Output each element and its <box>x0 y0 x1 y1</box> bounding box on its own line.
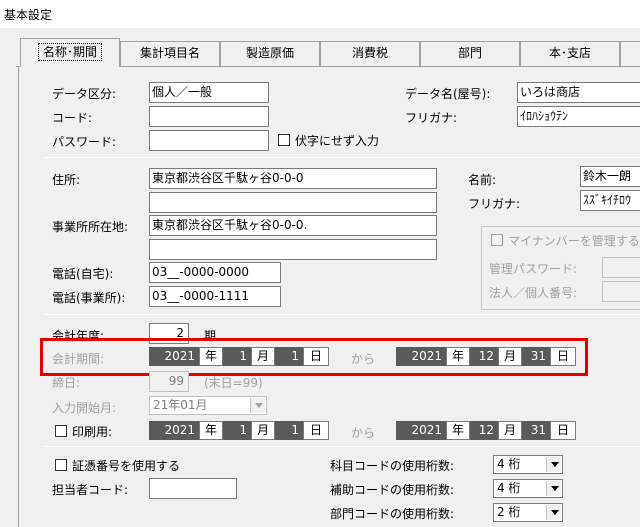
tab-aggregate-items[interactable]: 集計項目名 <box>120 41 220 66</box>
mask-input-label: 伏字にせず入力 <box>295 134 380 148</box>
phone-home-field[interactable]: 03__-0000-0000 <box>149 262 281 283</box>
chevron-down-icon[interactable] <box>546 505 561 520</box>
person-code-field[interactable] <box>149 478 237 499</box>
print-to-year[interactable]: 2021 <box>396 421 446 440</box>
print-from-year[interactable]: 2021 <box>149 421 199 440</box>
mask-input-checkbox[interactable] <box>278 134 290 146</box>
name-label: 名前: <box>468 173 497 187</box>
title-bar: 基本設定 <box>0 0 640 28</box>
mynumber-number-label: 法人／個人番号: <box>489 286 578 300</box>
tab-label: 製造原価 <box>245 46 294 60</box>
print-unit-day: 日 <box>550 421 576 440</box>
tab-department[interactable]: 部門 <box>420 41 520 66</box>
closing-label: 締日: <box>52 376 81 390</box>
input-start-value: 21年01月 <box>153 398 208 412</box>
print-unit-month: 月 <box>251 421 275 440</box>
furigana-label: フリガナ: <box>405 111 458 125</box>
print-from-day[interactable]: 1 <box>275 421 303 440</box>
print-checkbox[interactable] <box>55 425 67 437</box>
separator <box>44 446 640 447</box>
print-to-day[interactable]: 31 <box>522 421 550 440</box>
tab-consumption-tax[interactable]: 消費税 <box>320 41 420 66</box>
office-field[interactable]: 東京都渋谷区千駄ヶ谷0-0-0. <box>149 215 437 236</box>
tab-more[interactable] <box>620 41 640 66</box>
tab-label: 部門 <box>457 46 482 60</box>
account-digits-label: 科目コードの使用桁数: <box>330 459 455 473</box>
phone-office-label: 電話(事業所): <box>52 291 126 305</box>
tab-branch[interactable]: 本･支店 <box>520 41 620 66</box>
sub-digits-value: 4 桁 <box>497 481 521 495</box>
mynumber-password-label: 管理パスワード: <box>489 262 578 276</box>
password-label: パスワード: <box>52 135 117 149</box>
dept-digits-label: 部門コードの使用桁数: <box>330 507 455 521</box>
account-digits-value: 4 桁 <box>497 457 521 471</box>
highlight-box <box>40 338 588 376</box>
furigana-field[interactable]: ｲﾛﾊｼｮｳﾃﾝ <box>517 106 640 127</box>
address2-field[interactable] <box>149 192 437 213</box>
tab-name-period[interactable]: 名称･期間 <box>20 38 120 67</box>
tab-label: 名称･期間 <box>37 43 102 61</box>
office2-field[interactable] <box>149 239 437 260</box>
name-furigana-field[interactable]: ｽｽﾞｷｲﾁﾛｳ <box>580 190 640 211</box>
code-label: コード: <box>52 111 93 125</box>
tab-label: 消費税 <box>351 46 388 60</box>
voucher-checkbox[interactable] <box>55 459 67 471</box>
print-to-month[interactable]: 12 <box>470 421 498 440</box>
print-kara: から <box>351 426 376 440</box>
separator <box>44 157 640 158</box>
office-label: 事業所所在地: <box>52 220 129 234</box>
phone-home-label: 電話(自宅): <box>52 267 114 281</box>
input-start-select[interactable]: 21年01月 <box>149 396 267 415</box>
closing-field[interactable]: 99 <box>149 371 189 392</box>
chevron-down-icon[interactable] <box>546 481 561 496</box>
input-start-label: 入力開始月: <box>52 401 117 415</box>
print-from-month[interactable]: 1 <box>223 421 251 440</box>
mynumber-manage-label: マイナンバーを管理する <box>508 234 640 248</box>
chevron-down-icon[interactable] <box>250 398 265 413</box>
dept-digits-value: 2 桁 <box>497 505 521 519</box>
window-title: 基本設定 <box>4 8 53 22</box>
name-field[interactable]: 鈴木一朗 <box>580 166 640 187</box>
password-field[interactable] <box>149 130 269 151</box>
address-field[interactable]: 東京都渋谷区千駄ヶ谷0-0-0 <box>149 168 437 189</box>
person-code-label: 担当者コード: <box>52 483 129 497</box>
sub-digits-label: 補助コードの使用桁数: <box>330 483 455 497</box>
phone-office-field[interactable]: 03__-0000-1111 <box>149 286 281 307</box>
tab-label: 集計項目名 <box>139 46 200 60</box>
print-unit-year: 年 <box>199 421 223 440</box>
tab-manufacturing-cost[interactable]: 製造原価 <box>220 41 320 66</box>
print-unit-day: 日 <box>303 421 329 440</box>
sub-digits-select[interactable]: 4 桁 <box>493 479 563 498</box>
print-label: 印刷用: <box>72 425 113 439</box>
name-furigana-label: フリガナ: <box>468 197 521 211</box>
print-unit-month: 月 <box>498 421 522 440</box>
mynumber-password-field[interactable] <box>602 257 640 278</box>
mynumber-number-field[interactable] <box>602 281 640 302</box>
closing-hint: (末日=99) <box>204 376 263 390</box>
data-name-label: データ名(屋号): <box>405 87 491 101</box>
chevron-down-icon[interactable] <box>546 457 561 472</box>
panel-border <box>18 67 19 527</box>
code-field[interactable] <box>149 106 269 127</box>
print-unit-year: 年 <box>446 421 470 440</box>
dept-digits-select[interactable]: 2 桁 <box>493 503 563 522</box>
account-digits-select[interactable]: 4 桁 <box>493 455 563 474</box>
tab-label: 本･支店 <box>548 46 591 60</box>
separator <box>44 314 640 315</box>
data-kubun-field[interactable]: 個人／一般 <box>149 82 269 103</box>
address-label: 住所: <box>52 173 81 187</box>
mynumber-checkbox[interactable] <box>491 234 503 246</box>
voucher-label: 証憑番号を使用する <box>72 459 181 473</box>
data-name-field[interactable]: いろは商店 <box>517 82 640 103</box>
data-kubun-label: データ区分: <box>52 87 117 101</box>
